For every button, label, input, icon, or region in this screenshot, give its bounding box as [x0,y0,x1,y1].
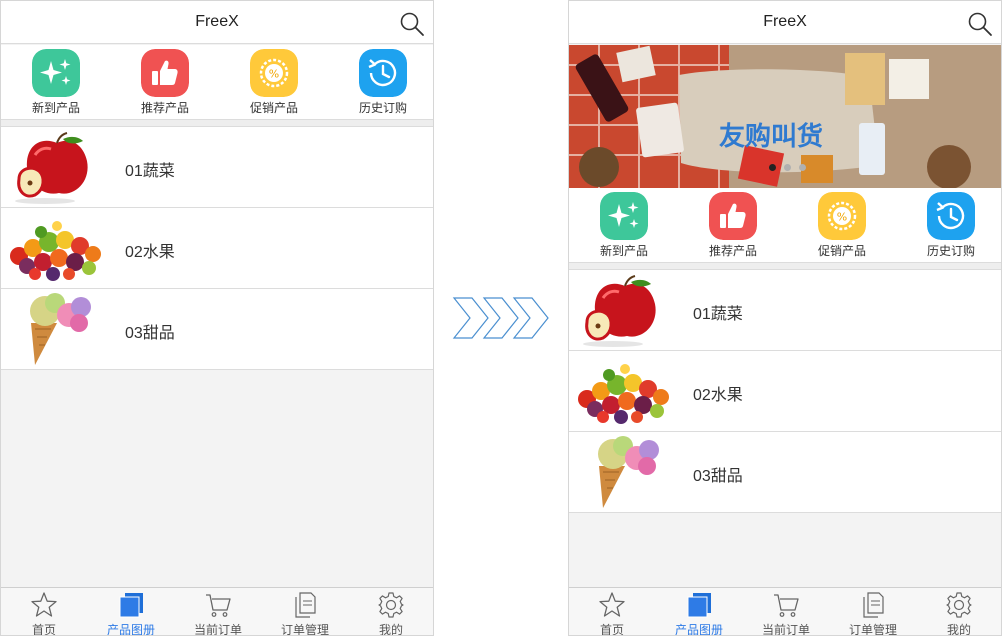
quick-new-products[interactable]: 新到产品 [589,192,659,259]
tab-label: 我的 [378,623,403,636]
document-icon [859,591,887,619]
category-name: 01蔬菜 [693,306,743,323]
tab-order-management[interactable]: 订单管理 [830,591,916,636]
apple-image [5,131,105,204]
tab-label: 当前订单 [193,623,242,636]
search-icon[interactable] [967,11,993,37]
fruits-image [573,355,673,428]
carousel-dot[interactable] [769,164,776,171]
history-clock-icon [359,49,407,97]
star-icon [598,591,626,619]
category-name: 03甜品 [125,325,175,342]
sparkle-icon [600,192,648,240]
right-phone-screen: FreeX 友购叫货 新到产品 推荐产品 促销产品 历史订购 01蔬菜 02水果… [568,0,1002,636]
category-row-desserts[interactable]: 03甜品 [1,289,433,370]
quick-actions-row: 新到产品 推荐产品 促销产品 历史订购 [569,188,1001,263]
document-icon [291,591,319,619]
tab-order-management[interactable]: 订单管理 [262,591,348,636]
tab-label: 我的 [946,623,971,636]
discount-badge-icon [818,192,866,240]
ice-cream-image [573,436,673,509]
history-clock-icon [927,192,975,240]
quick-label: 历史订购 [926,244,975,258]
top-nav-bar: FreeX [569,1,1001,44]
bottom-tab-bar: 首页 产品图册 当前订单 订单管理 我的 [1,587,433,635]
discount-badge-icon [250,49,298,97]
album-icon [685,591,713,619]
sparkle-icon [32,49,80,97]
category-row-fruits[interactable]: 02水果 [1,208,433,289]
tab-label: 首页 [31,623,56,636]
transition-arrows-icon [452,297,549,339]
tab-current-orders[interactable]: 当前订单 [743,591,829,636]
tab-product-album[interactable]: 产品图册 [88,591,174,636]
quick-label: 新到产品 [31,101,80,115]
star-icon [30,591,58,619]
app-title: FreeX [763,13,807,30]
category-name: 02水果 [125,244,175,261]
tab-home[interactable]: 首页 [1,591,87,636]
tab-label: 订单管理 [280,623,329,636]
gear-icon [377,591,405,619]
tab-mine[interactable]: 我的 [916,591,1002,636]
tab-product-album[interactable]: 产品图册 [656,591,742,636]
category-row-desserts[interactable]: 03甜品 [569,432,1001,513]
quick-promo-products[interactable]: 促销产品 [239,49,309,116]
thumbs-up-icon [709,192,757,240]
quick-label: 促销产品 [817,244,866,258]
quick-recommended-products[interactable]: 推荐产品 [698,192,768,259]
album-icon [117,591,145,619]
quick-label: 推荐产品 [140,101,189,115]
fruits-image [5,212,105,285]
category-row-fruits[interactable]: 02水果 [569,351,1001,432]
cart-icon [772,591,800,619]
top-nav-bar: FreeX [1,1,433,44]
tab-label: 当前订单 [761,623,810,636]
tab-label: 首页 [599,623,624,636]
quick-label: 历史订购 [358,101,407,115]
tab-home[interactable]: 首页 [569,591,655,636]
category-name: 02水果 [693,387,743,404]
apple-image [573,274,673,347]
banner-text: 友购叫货 [719,121,823,152]
category-list: 01蔬菜 02水果 03甜品 [569,269,1001,513]
tab-label: 订单管理 [848,623,897,636]
tab-mine[interactable]: 我的 [348,591,434,636]
category-row-vegetables[interactable]: 01蔬菜 [569,270,1001,351]
tab-label: 产品图册 [106,623,155,636]
search-icon[interactable] [399,11,425,37]
category-name: 03甜品 [693,468,743,485]
promo-banner[interactable]: 友购叫货 [569,45,1001,188]
gear-icon [945,591,973,619]
quick-label: 促销产品 [249,101,298,115]
left-phone-screen: FreeX 新到产品 推荐产品 促销产品 历史订购 01蔬菜 02水果 03甜品… [0,0,434,636]
ice-cream-image [5,293,105,366]
quick-label: 新到产品 [599,244,648,258]
thumbs-up-icon [141,49,189,97]
tab-current-orders[interactable]: 当前订单 [175,591,261,636]
bottom-tab-bar: 首页 产品图册 当前订单 订单管理 我的 [569,587,1001,635]
quick-order-history[interactable]: 历史订购 [916,192,986,259]
carousel-dot[interactable] [784,164,791,171]
quick-order-history[interactable]: 历史订购 [348,49,418,116]
category-row-vegetables[interactable]: 01蔬菜 [1,127,433,208]
category-name: 01蔬菜 [125,163,175,180]
carousel-dot[interactable] [799,164,806,171]
quick-recommended-products[interactable]: 推荐产品 [130,49,200,116]
tab-label: 产品图册 [674,623,723,636]
quick-new-products[interactable]: 新到产品 [21,49,91,116]
cart-icon [204,591,232,619]
app-title: FreeX [195,13,239,30]
quick-actions-row: 新到产品 推荐产品 促销产品 历史订购 [1,45,433,120]
quick-label: 推荐产品 [708,244,757,258]
quick-promo-products[interactable]: 促销产品 [807,192,877,259]
carousel-indicator[interactable] [769,164,806,171]
category-list: 01蔬菜 02水果 03甜品 [1,126,433,370]
